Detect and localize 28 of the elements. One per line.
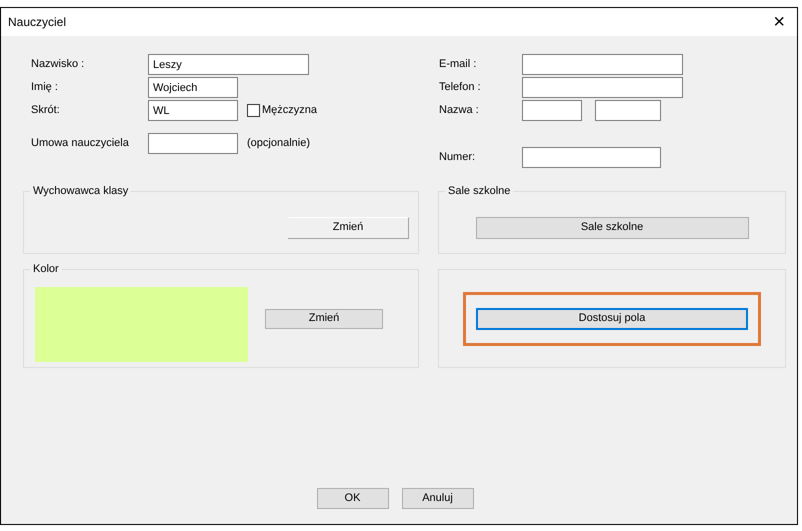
field-label: Telefon : (439, 80, 482, 96)
field-label: Umowa nauczyciela (31, 136, 130, 152)
button[interactable]: Sale szkolne (476, 216, 748, 238)
input-field[interactable] (522, 54, 683, 75)
button[interactable]: Zmień (288, 216, 409, 238)
window-title: Nauczyciel (8, 14, 66, 31)
field-label: Skrót: (31, 103, 61, 118)
hint-text: (opcjonalnie) (247, 136, 310, 152)
field-label: Numer: (439, 150, 476, 166)
button[interactable]: Anuluj (402, 488, 474, 509)
button[interactable]: Dostosuj pola (476, 308, 748, 330)
input-field[interactable] (595, 100, 661, 121)
input-field[interactable] (522, 77, 683, 98)
button[interactable]: Zmień (265, 308, 383, 328)
input-field[interactable]: Wojciech (148, 77, 238, 98)
input-field[interactable] (148, 133, 238, 154)
input-field[interactable] (522, 100, 582, 121)
field-label: E-mail : (439, 57, 478, 72)
field-label: Nazwa : (439, 103, 480, 118)
checkbox[interactable]: Mężczyzna (247, 102, 318, 119)
field-label: Nazwisko : (31, 57, 86, 72)
button[interactable]: OK (316, 488, 388, 509)
group-title: Wychowawca klasy (30, 185, 132, 198)
field-label: Imię : (31, 80, 59, 96)
input-field[interactable]: Leszy (148, 54, 309, 75)
close-button[interactable]: × (769, 12, 789, 32)
input-field[interactable]: WL (148, 100, 238, 121)
input-field[interactable] (522, 147, 661, 168)
